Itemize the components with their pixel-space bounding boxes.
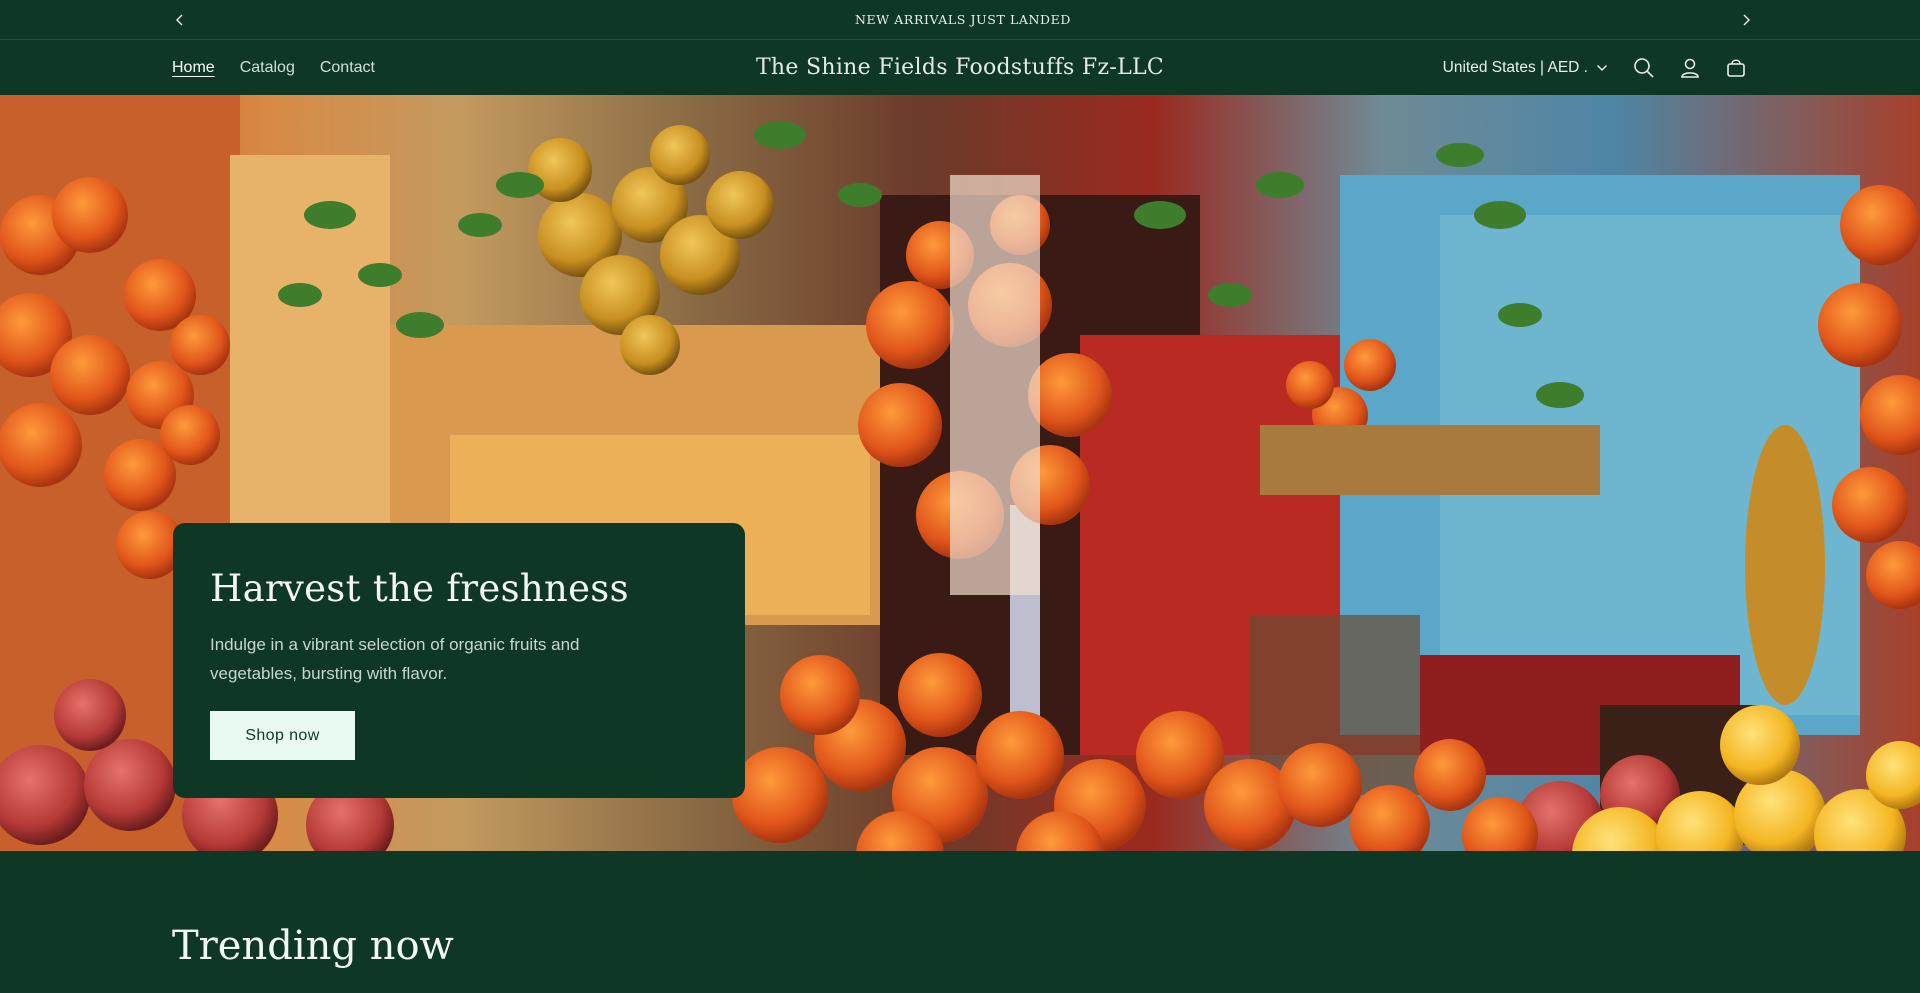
nav-item-contact[interactable]: Contact [320,59,375,77]
country-selector-label: United States | AED . [1442,58,1588,76]
hero-heading: Harvest the freshness [210,567,629,610]
hero-content-card: Harvest the freshness Indulge in a vibra… [173,523,745,798]
nav-item-catalog[interactable]: Catalog [240,59,295,77]
chevron-left-icon[interactable] [172,12,188,28]
header-utilities: United States | AED . [1443,56,1748,80]
main-nav: Home Catalog Contact [172,59,375,77]
chevron-down-icon [1596,59,1608,77]
country-selector[interactable]: United States | AED . [1443,59,1608,77]
chevron-right-icon[interactable] [1738,12,1754,28]
trending-section: Trending now [0,851,1920,969]
cart-icon[interactable] [1724,56,1748,80]
hero-banner: Harvest the freshness Indulge in a vibra… [0,95,1920,851]
trending-heading: Trending now [172,923,454,969]
announcement-bar: NEW ARRIVALS JUST LANDED [0,0,1920,40]
site-header: Home Catalog Contact The Shine Fields Fo… [0,40,1920,95]
nav-item-home[interactable]: Home [172,59,215,77]
hero-text: Indulge in a vibrant selection of organi… [210,635,580,683]
account-icon[interactable] [1678,56,1702,80]
shop-now-button[interactable]: Shop now [210,711,355,760]
store-logo[interactable]: The Shine Fields Foodstuffs Fz-LLC [756,55,1164,80]
announcement-text: NEW ARRIVALS JUST LANDED [855,12,1071,27]
search-icon[interactable] [1632,56,1656,80]
